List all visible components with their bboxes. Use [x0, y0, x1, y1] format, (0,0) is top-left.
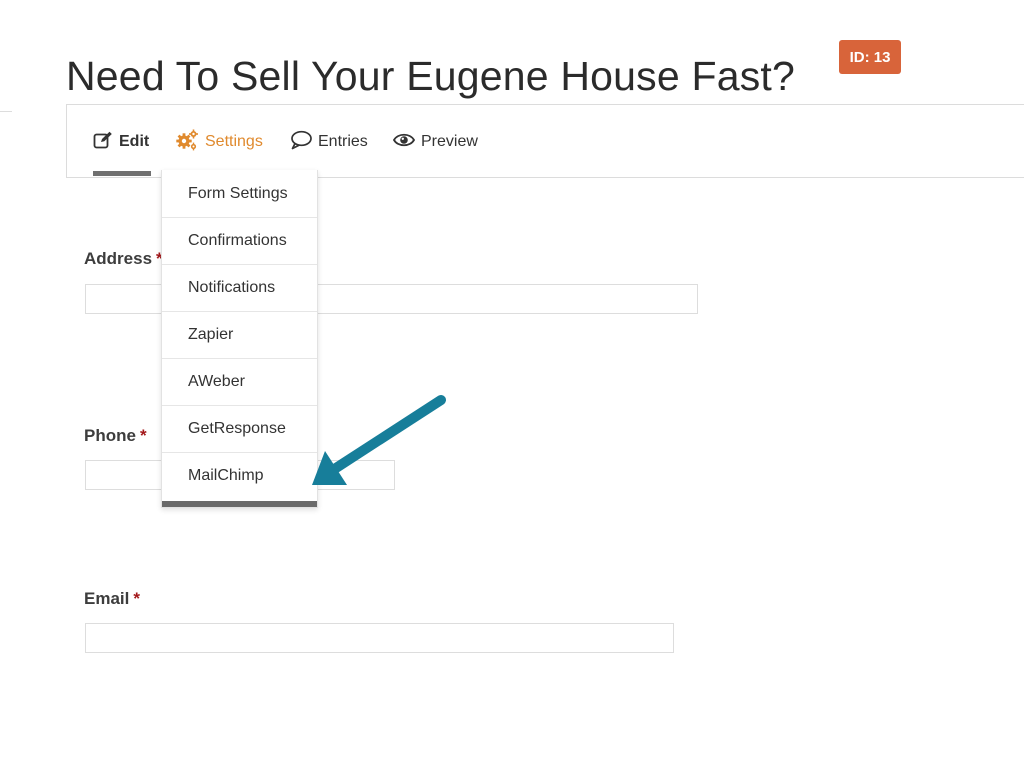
tab-settings[interactable]: Settings: [175, 129, 263, 155]
menu-item-mailchimp[interactable]: MailChimp: [162, 452, 317, 499]
menu-item-zapier[interactable]: Zapier: [162, 311, 317, 358]
address-label: Address *: [84, 249, 163, 268]
email-input[interactable]: [85, 623, 674, 653]
menu-item-form-settings[interactable]: Form Settings: [162, 170, 317, 217]
menu-item-getresponse[interactable]: GetResponse: [162, 405, 317, 452]
tab-entries-label: Entries: [318, 133, 368, 150]
form-id-badge: ID: 13: [839, 40, 901, 74]
edit-icon: [93, 131, 119, 154]
speech-bubble-icon: [290, 130, 318, 155]
page-title: Need To Sell Your Eugene House Fast?: [66, 53, 796, 100]
active-tab-indicator: [93, 171, 151, 176]
required-marker: *: [133, 589, 140, 608]
eye-icon: [392, 132, 421, 153]
tab-settings-label: Settings: [205, 133, 263, 150]
tab-preview[interactable]: Preview: [392, 129, 478, 155]
phone-label: Phone *: [84, 426, 147, 445]
menu-bottom-bar: [162, 501, 317, 507]
tab-entries[interactable]: Entries: [290, 129, 368, 155]
menu-item-confirmations[interactable]: Confirmations: [162, 217, 317, 264]
tab-edit[interactable]: Edit: [93, 129, 149, 155]
tab-preview-label: Preview: [421, 133, 478, 150]
email-label: Email *: [84, 589, 140, 608]
menu-item-aweber[interactable]: AWeber: [162, 358, 317, 405]
left-divider: [0, 111, 12, 112]
form-toolbar: Edit Settings Entries Preview: [66, 104, 1024, 178]
tab-edit-label: Edit: [119, 133, 150, 150]
settings-dropdown-menu: Form Settings Confirmations Notification…: [161, 170, 318, 508]
menu-item-notifications[interactable]: Notifications: [162, 264, 317, 311]
required-marker: *: [139, 426, 147, 445]
gears-icon: [175, 129, 205, 156]
